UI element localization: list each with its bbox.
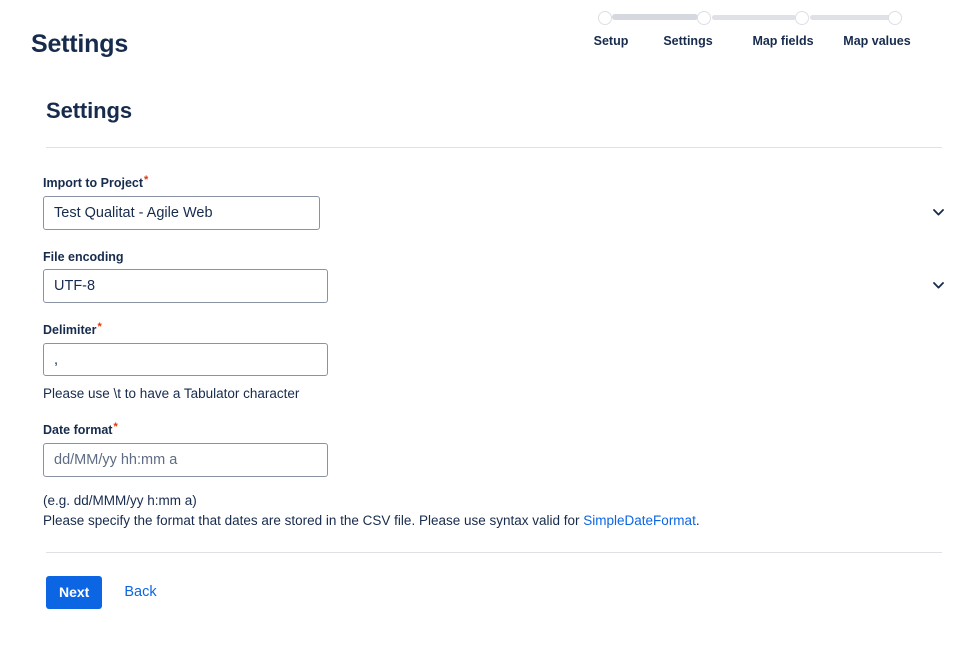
required-asterisk-icon: *: [97, 321, 102, 333]
stepper-track: [598, 9, 902, 25]
stepper-dot-setup[interactable]: [598, 11, 612, 25]
label-date-format: Date format*: [43, 421, 956, 439]
stepper-labels: Setup Settings Map fields Map values: [588, 32, 911, 72]
settings-form: Import to Project* Test Qualitat - Agile…: [43, 174, 956, 530]
delimiter-input[interactable]: [43, 343, 328, 376]
field-delimiter: Delimiter* Please use \t to have a Tabul…: [43, 321, 956, 403]
field-date-format: Date format* (e.g. dd/MMM/yy h:mm a) Ple…: [43, 421, 956, 530]
label-text: File encoding: [43, 250, 124, 264]
stepper-label-map-values[interactable]: Map values: [843, 32, 911, 50]
main-content: Settings Import to Project* Test Qualita…: [0, 96, 956, 609]
select-wrap-project: Test Qualitat - Agile Web: [43, 196, 956, 230]
stepper-label-setup[interactable]: Setup: [582, 32, 640, 50]
stepper-label-map-fields[interactable]: Map fields: [736, 32, 830, 50]
field-file-encoding: File encoding UTF-8: [43, 249, 956, 303]
divider-bottom: [46, 552, 942, 553]
next-button[interactable]: Next: [46, 576, 103, 609]
label-delimiter: Delimiter*: [43, 321, 956, 339]
label-file-encoding: File encoding: [43, 249, 956, 265]
label-text: Delimiter: [43, 323, 97, 337]
stepper-dot-settings[interactable]: [697, 11, 711, 25]
import-to-project-select[interactable]: Test Qualitat - Agile Web: [43, 196, 320, 230]
page-title: Settings: [31, 30, 129, 58]
label-text: Date format: [43, 423, 113, 437]
form-actions: Next Back: [46, 576, 956, 609]
label-text: Import to Project: [43, 176, 144, 190]
field-import-to-project: Import to Project* Test Qualitat - Agile…: [43, 174, 956, 230]
chevron-down-icon: [933, 209, 944, 216]
label-import-to-project: Import to Project*: [43, 174, 956, 192]
simple-date-format-link[interactable]: SimpleDateFormat: [583, 513, 696, 528]
stepper-connector-1: [712, 15, 796, 20]
section-title: Settings: [46, 98, 132, 123]
select-wrap-encoding: UTF-8: [43, 269, 956, 303]
stepper-connector-2: [810, 15, 894, 20]
file-encoding-select[interactable]: UTF-8: [43, 269, 328, 303]
hint-text-prefix: Please specify the format that dates are…: [43, 513, 584, 528]
back-button[interactable]: Back: [116, 576, 164, 609]
hint-date-format-example: (e.g. dd/MMM/yy h:mm a): [43, 493, 197, 508]
hint-date-format-description: Please specify the format that dates are…: [43, 512, 956, 530]
hint-text-suffix: .: [695, 513, 700, 528]
hint-delimiter: Please use \t to have a Tabulator charac…: [43, 386, 300, 401]
stepper-label-settings[interactable]: Settings: [650, 32, 726, 50]
divider-top: [46, 147, 942, 148]
chevron-down-icon: [933, 282, 944, 289]
stepper-dot-map-fields[interactable]: [795, 11, 809, 25]
stepper-connector-0: [612, 14, 698, 20]
date-format-input[interactable]: [43, 443, 328, 477]
stepper-dot-map-values[interactable]: [888, 11, 902, 25]
wizard-stepper: Setup Settings Map fields Map values: [588, 4, 911, 74]
required-asterisk-icon: *: [113, 421, 118, 433]
required-asterisk-icon: *: [144, 174, 149, 186]
